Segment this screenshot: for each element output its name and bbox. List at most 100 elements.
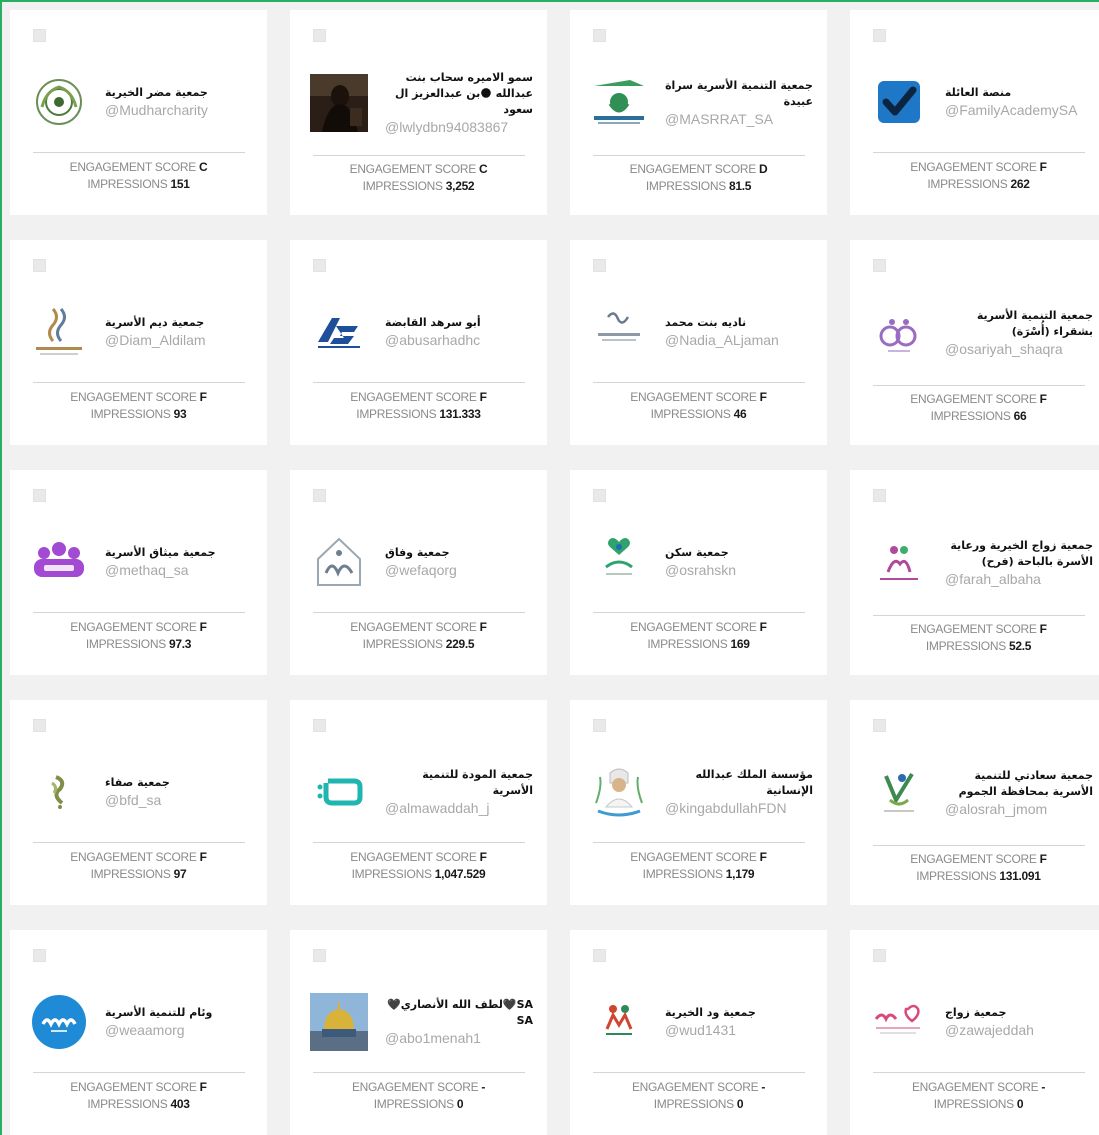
handle[interactable]: @farah_albaha — [945, 570, 1093, 588]
select-checkbox[interactable] — [873, 29, 886, 42]
avatar[interactable] — [590, 533, 648, 591]
avatar[interactable] — [870, 534, 928, 592]
account-card[interactable]: جمعية المودة للتنمية الأسرية @almawaddah… — [290, 700, 547, 905]
avatar[interactable] — [30, 533, 88, 591]
handle[interactable]: @alosrah_jmom — [945, 800, 1093, 818]
account-card[interactable]: أبو سرهد القابضة @abusarhadhc ENGAGEMENT… — [290, 240, 547, 445]
stats: ENGAGEMENT SCORE F IMPRESSIONS 131.091 — [850, 851, 1099, 885]
account-card[interactable]: جمعية ميثاق الأسرية @methaq_sa ENGAGEMEN… — [10, 470, 267, 675]
select-checkbox[interactable] — [593, 949, 606, 962]
account-card[interactable]: جمعية مضر الخيرية @Mudharcharity ENGAGEM… — [10, 10, 267, 215]
select-checkbox[interactable] — [313, 259, 326, 272]
avatar[interactable] — [30, 993, 88, 1051]
handle[interactable]: @abusarhadhc — [385, 331, 533, 349]
handle[interactable]: @osrahskn — [665, 561, 813, 579]
avatar[interactable] — [590, 303, 648, 361]
select-checkbox[interactable] — [313, 489, 326, 502]
select-checkbox[interactable] — [33, 29, 46, 42]
account-card[interactable]: جمعية زواج @zawajeddah ENGAGEMENT SCORE … — [850, 930, 1099, 1135]
avatar[interactable] — [30, 763, 88, 821]
stats: ENGAGEMENT SCORE F IMPRESSIONS 1,179 — [570, 849, 827, 883]
profile: وئام للتنمية الأسرية @weaamorg — [30, 986, 253, 1058]
handle[interactable]: @FamilyAcademySA — [945, 101, 1093, 119]
account-card[interactable]: جمعية صفاء @bfd_sa ENGAGEMENT SCORE F IM… — [10, 700, 267, 905]
avatar[interactable] — [310, 74, 368, 132]
select-checkbox[interactable] — [313, 949, 326, 962]
account-card[interactable]: مؤسسة الملك عبدالله الإنسانية @kingabdul… — [570, 700, 827, 905]
handle[interactable]: @osariyah_shaqra — [945, 340, 1093, 358]
select-checkbox[interactable] — [593, 29, 606, 42]
handle[interactable]: @bfd_sa — [105, 791, 253, 809]
impressions-label: IMPRESSIONS — [356, 407, 437, 421]
handle[interactable]: @almawaddah_j — [385, 799, 533, 817]
select-checkbox[interactable] — [33, 489, 46, 502]
display-name: ناديه بنت محمد — [665, 316, 747, 329]
select-checkbox[interactable] — [313, 29, 326, 42]
impressions-label: IMPRESSIONS — [87, 177, 168, 191]
impressions-label: IMPRESSIONS — [90, 867, 171, 881]
handle[interactable]: @abo1menah1 — [385, 1029, 533, 1047]
stats: ENGAGEMENT SCORE C IMPRESSIONS 3,252 — [290, 161, 547, 195]
avatar[interactable] — [310, 763, 368, 821]
impressions-label: IMPRESSIONS — [653, 1097, 734, 1111]
handle[interactable]: @Diam_Aldilam — [105, 331, 253, 349]
avatar[interactable] — [310, 993, 368, 1051]
select-checkbox[interactable] — [313, 719, 326, 732]
engagement-label: ENGAGEMENT SCORE — [631, 1080, 759, 1094]
impressions-value: 0 — [1016, 1097, 1024, 1111]
avatar[interactable] — [590, 763, 648, 821]
account-card[interactable]: جمعية سكن @osrahskn ENGAGEMENT SCORE F I… — [570, 470, 827, 675]
account-card[interactable]: منصة العائلة @FamilyAcademySA ENGAGEMENT… — [850, 10, 1099, 215]
handle[interactable]: @wefaqorg — [385, 561, 533, 579]
account-card[interactable]: جمعية ديم الأسرية @Diam_Aldilam ENGAGEME… — [10, 240, 267, 445]
avatar[interactable] — [590, 74, 648, 132]
divider — [313, 382, 525, 383]
avatar[interactable] — [30, 73, 88, 131]
engagement-label: ENGAGEMENT SCORE — [349, 162, 477, 176]
handle[interactable]: @zawajeddah — [945, 1021, 1093, 1039]
select-checkbox[interactable] — [873, 259, 886, 272]
handle[interactable]: @wud1431 — [665, 1021, 813, 1039]
impressions-label: IMPRESSIONS — [916, 869, 997, 883]
select-checkbox[interactable] — [33, 719, 46, 732]
avatar[interactable] — [590, 993, 648, 1051]
avatar[interactable] — [870, 764, 928, 822]
select-checkbox[interactable] — [873, 719, 886, 732]
select-checkbox[interactable] — [33, 949, 46, 962]
select-checkbox[interactable] — [873, 949, 886, 962]
account-card[interactable]: جمعية سعادتي للتنمية الأسرية بمحافظة الج… — [850, 700, 1099, 905]
select-checkbox[interactable] — [593, 259, 606, 272]
handle[interactable]: @methaq_sa — [105, 561, 253, 579]
account-card[interactable]: جمعية التنمية الأسرية بشقراء (أُسْرَة) @… — [850, 240, 1099, 445]
select-checkbox[interactable] — [33, 259, 46, 272]
handle[interactable]: @weaamorg — [105, 1021, 253, 1039]
avatar[interactable] — [30, 303, 88, 361]
account-card[interactable]: سمو الاميره سحاب بنت عبدالله 🌑بن عبدالعز… — [290, 10, 547, 215]
avatar[interactable] — [870, 304, 928, 362]
engagement-label: ENGAGEMENT SCORE — [910, 622, 1037, 636]
handle[interactable]: @kingabdullahFDN — [665, 799, 813, 817]
account-card[interactable]: جمعية التنمية الأسرية سراة عبيدة @MASRRA… — [570, 10, 827, 215]
account-card[interactable]: وئام للتنمية الأسرية @weaamorg ENGAGEMEN… — [10, 930, 267, 1135]
account-card[interactable]: SA🖤لطف الله الأنصاري🖤SA @abo1menah1 ENGA… — [290, 930, 547, 1135]
divider — [33, 1072, 245, 1073]
handle[interactable]: @lwlydbn94083867 — [385, 118, 533, 136]
avatar[interactable] — [310, 303, 368, 361]
stats: ENGAGEMENT SCORE F IMPRESSIONS 229.5 — [290, 619, 547, 653]
handle[interactable]: @Mudharcharity — [105, 101, 253, 119]
engagement-score: F — [759, 390, 767, 404]
handle[interactable]: @Nadia_ALjaman — [665, 331, 813, 349]
account-card[interactable]: جمعية وفاق @wefaqorg ENGAGEMENT SCORE F … — [290, 470, 547, 675]
account-card[interactable]: جمعية زواج الخيرية ورعاية الأسرة بالباحة… — [850, 470, 1099, 675]
engagement-score: - — [1041, 1080, 1046, 1094]
select-checkbox[interactable] — [593, 489, 606, 502]
avatar[interactable] — [310, 533, 368, 591]
account-card[interactable]: ناديه بنت محمد @Nadia_ALjaman ENGAGEMENT… — [570, 240, 827, 445]
avatar[interactable] — [870, 73, 928, 131]
accounts-grid: جمعية مضر الخيرية @Mudharcharity ENGAGEM… — [10, 10, 1099, 1135]
avatar[interactable] — [870, 993, 928, 1051]
select-checkbox[interactable] — [593, 719, 606, 732]
account-card[interactable]: جمعية ود الخيرية @wud1431 ENGAGEMENT SCO… — [570, 930, 827, 1135]
handle[interactable]: @MASRRAT_SA — [665, 110, 813, 128]
select-checkbox[interactable] — [873, 489, 886, 502]
